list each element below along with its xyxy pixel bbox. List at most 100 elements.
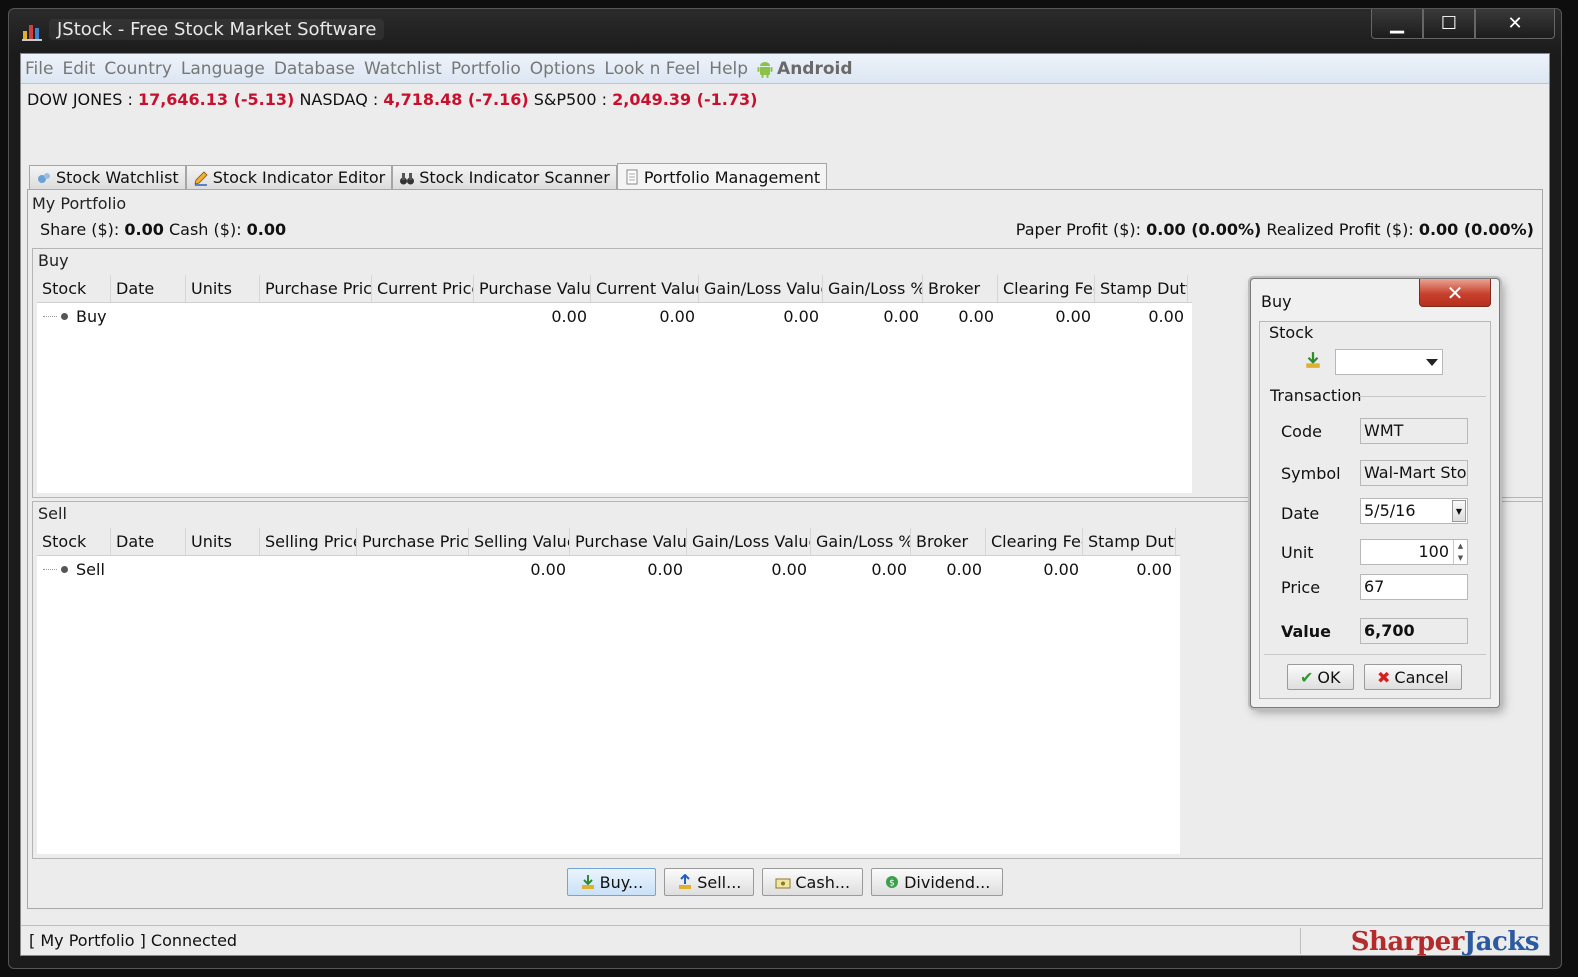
column-header[interactable]: Purchase Price xyxy=(260,275,372,302)
date-label: Date xyxy=(1281,504,1320,523)
column-header[interactable]: Gain/Loss % xyxy=(811,528,911,555)
sell-button-label: Sell... xyxy=(697,872,742,892)
table-row[interactable]: Sell 0.00 0.00 0.00 0.00 0.00 0.00 0.00 xyxy=(37,556,1180,582)
dividend-button-label: Dividend... xyxy=(904,872,991,892)
code-field[interactable]: WMT xyxy=(1360,418,1468,444)
column-header[interactable]: Current Price xyxy=(372,275,474,302)
cash-button[interactable]: Cash... xyxy=(762,868,864,896)
row-selling-price xyxy=(260,556,357,582)
column-header[interactable]: Clearing Fee xyxy=(986,528,1083,555)
symbol-field[interactable]: Wal-Mart Stores xyxy=(1360,460,1468,486)
unit-value: 100 xyxy=(1418,542,1449,561)
dividend-button[interactable]: $ Dividend... xyxy=(871,868,1004,896)
row-gain-loss-value: 0.00 xyxy=(771,559,807,579)
sell-table[interactable]: Stock Date Units Selling Price Purchase … xyxy=(37,528,1180,854)
column-header[interactable]: Units xyxy=(186,275,260,302)
column-header[interactable]: Clearing Fee xyxy=(998,275,1095,302)
maximize-button[interactable]: ☐ xyxy=(1423,9,1475,39)
ok-button-label: OK xyxy=(1317,667,1341,687)
cash-button-label: Cash... xyxy=(795,872,851,892)
tab-label: Stock Watchlist xyxy=(56,168,179,187)
menu-options[interactable]: Options xyxy=(530,59,596,79)
column-header[interactable]: Date xyxy=(111,528,186,555)
column-header[interactable]: Purchase Price xyxy=(357,528,469,555)
calendar-dropdown-icon[interactable]: ▼ xyxy=(1452,500,1466,522)
menu-language[interactable]: Language xyxy=(181,59,265,79)
menu-country[interactable]: Country xyxy=(104,59,172,79)
column-header[interactable]: Selling Price xyxy=(260,528,357,555)
menu-android-label: Android xyxy=(777,58,853,79)
tab-stock-watchlist[interactable]: Stock Watchlist xyxy=(29,165,186,189)
tab-stock-indicator-editor[interactable]: Stock Indicator Editor xyxy=(185,165,393,189)
title-bar[interactable]: JStock - Free Stock Market Software ▁ ☐ … xyxy=(9,9,1561,53)
row-gain-loss-value: 0.00 xyxy=(783,306,819,326)
column-header[interactable]: Gain/Loss Value xyxy=(687,528,811,555)
row-gain-loss-percent: 0.00 xyxy=(871,559,907,579)
menu-edit[interactable]: Edit xyxy=(62,59,95,79)
tab-portfolio-management[interactable]: Portfolio Management xyxy=(616,163,828,190)
sell-button[interactable]: Sell... xyxy=(664,868,755,896)
row-broker: 0.00 xyxy=(958,306,994,326)
column-header[interactable]: Selling Value xyxy=(469,528,570,555)
tab-stock-indicator-scanner[interactable]: Stock Indicator Scanner xyxy=(392,165,617,189)
row-stamp-duty: 0.00 xyxy=(1148,306,1184,326)
portfolio-summary-right: Paper Profit ($): 0.00 (0.00%) Realized … xyxy=(1016,220,1534,239)
column-header[interactable]: Date xyxy=(111,275,186,302)
column-header[interactable]: Broker xyxy=(923,275,998,302)
row-selling-value: 0.00 xyxy=(530,559,566,579)
unit-spinner[interactable]: 100 ▲ ▼ xyxy=(1360,539,1468,565)
stock-combo[interactable] xyxy=(1335,349,1443,375)
column-header[interactable]: Gain/Loss Value xyxy=(699,275,823,302)
buy-button[interactable]: Buy... xyxy=(566,868,657,896)
buy-button-label: Buy... xyxy=(599,872,644,892)
dividend-icon: $ xyxy=(886,876,899,889)
share-value: 0.00 xyxy=(124,220,164,239)
column-header[interactable]: Stamp Duty xyxy=(1095,275,1188,302)
column-header[interactable]: Purchase Value xyxy=(474,275,591,302)
column-header[interactable]: Stamp Duty xyxy=(1083,528,1176,555)
column-header[interactable]: Stock xyxy=(37,275,111,302)
download-stock-icon[interactable] xyxy=(1304,351,1322,369)
menu-database[interactable]: Database xyxy=(274,59,355,79)
buy-icon xyxy=(581,875,594,889)
table-row[interactable]: Buy 0.00 0.00 0.00 0.00 0.00 0.00 0.00 xyxy=(37,303,1192,329)
column-header[interactable]: Current Value xyxy=(591,275,699,302)
column-header[interactable]: Gain/Loss % xyxy=(823,275,923,302)
sp500-value: 2,049.39 (-1.73) xyxy=(612,90,758,109)
column-header[interactable]: Purchase Value xyxy=(570,528,687,555)
column-header[interactable]: Broker xyxy=(911,528,986,555)
row-date xyxy=(111,303,186,329)
menu-android[interactable]: Android xyxy=(757,59,853,79)
column-header[interactable]: Stock xyxy=(37,528,111,555)
menu-portfolio[interactable]: Portfolio xyxy=(451,59,521,79)
date-field[interactable]: 5/5/16 ▼ xyxy=(1360,498,1468,524)
realized-profit-label: Realized Profit ($): xyxy=(1266,220,1414,239)
row-units xyxy=(186,303,260,329)
checkmark-icon: ✔ xyxy=(1300,667,1314,687)
row-broker: 0.00 xyxy=(946,559,982,579)
dow-label: DOW JONES : xyxy=(27,90,133,109)
menu-file[interactable]: File xyxy=(25,59,53,79)
button-divider xyxy=(1264,654,1486,655)
ok-button[interactable]: ✔ OK xyxy=(1287,664,1354,690)
price-field[interactable]: 67 xyxy=(1360,574,1468,600)
close-button[interactable]: ✕ xyxy=(1475,9,1555,39)
menu-watchlist[interactable]: Watchlist xyxy=(364,59,442,79)
column-header[interactable]: Units xyxy=(186,528,260,555)
dialog-close-button[interactable]: ✕ xyxy=(1419,279,1491,307)
buy-dialog: Buy ✕ Stock Transaction Code WMT Symbol … xyxy=(1250,278,1500,708)
buy-table[interactable]: Stock Date Units Purchase Price Current … xyxy=(37,275,1192,493)
share-label: Share ($): xyxy=(40,220,120,239)
spinner-arrows-icon[interactable]: ▲ ▼ xyxy=(1453,540,1467,564)
symbol-label: Symbol xyxy=(1281,464,1341,483)
buy-group-title: Buy xyxy=(38,251,69,270)
unit-label: Unit xyxy=(1281,543,1314,562)
row-current-value: 0.00 xyxy=(659,306,695,326)
row-stamp-duty: 0.00 xyxy=(1136,559,1172,579)
cancel-button[interactable]: ✖ Cancel xyxy=(1364,664,1462,690)
menu-help[interactable]: Help xyxy=(709,59,748,79)
portfolio-actions: Buy... Sell... Cash... $ Dividend... xyxy=(21,868,1549,896)
menu-look-n-feel[interactable]: Look n Feel xyxy=(604,59,700,79)
minimize-button[interactable]: ▁ xyxy=(1371,9,1423,39)
jstock-app-icon xyxy=(22,25,42,41)
